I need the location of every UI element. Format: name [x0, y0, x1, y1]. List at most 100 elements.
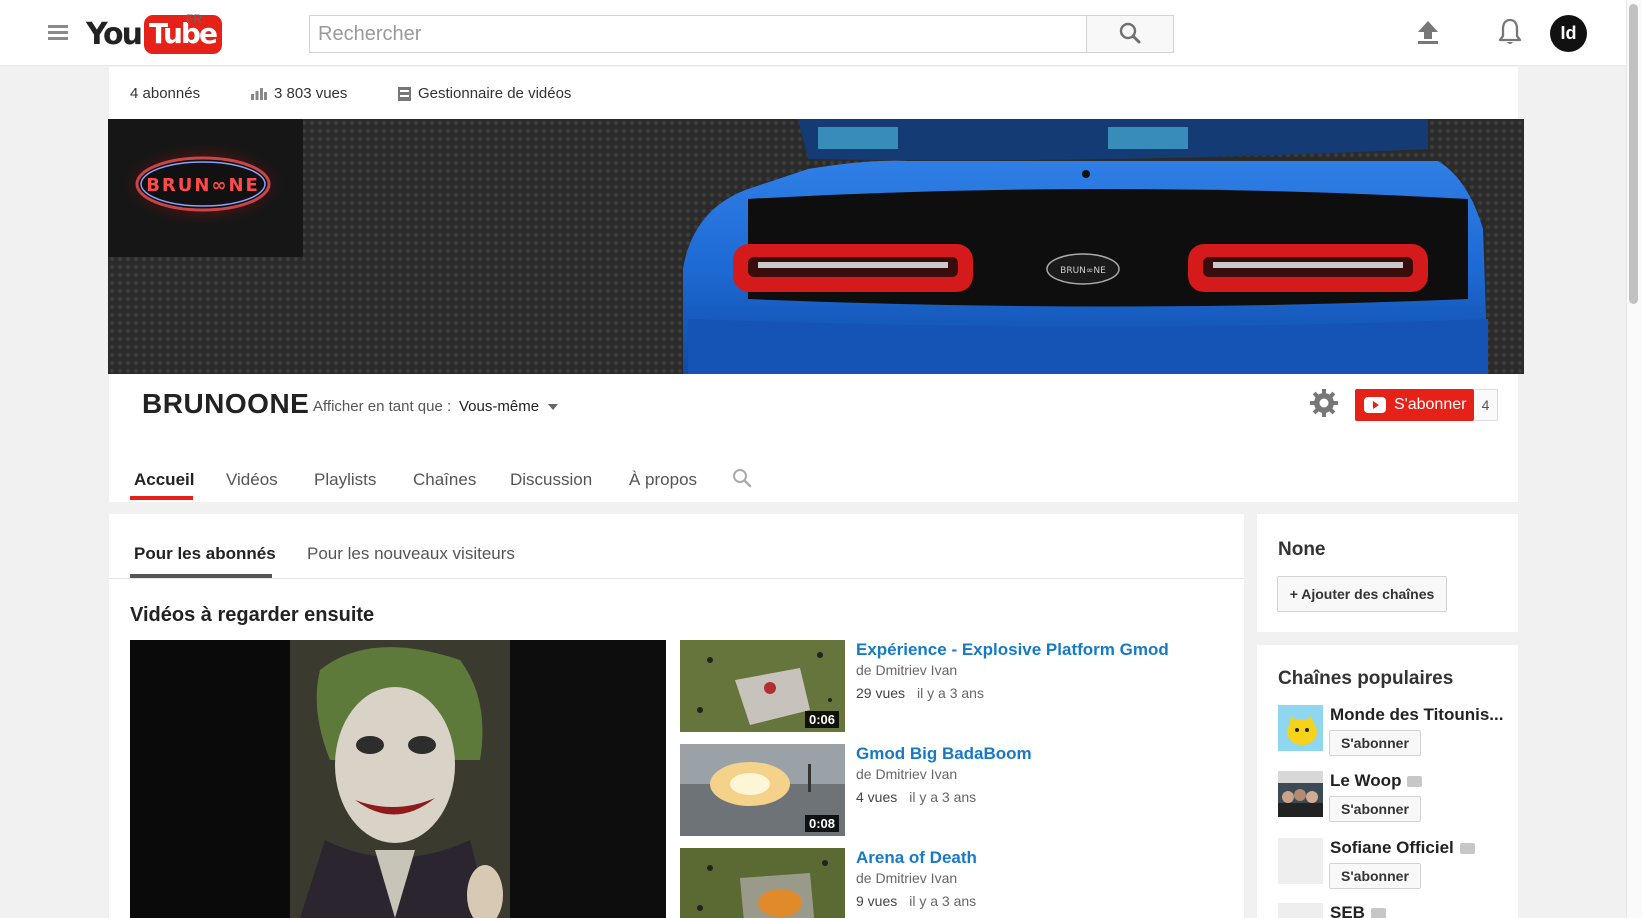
video-views: 9 vues [856, 893, 898, 909]
video-manager-icon [398, 86, 411, 101]
popular-channel-name-text: SEB [1330, 903, 1365, 918]
add-channels-button[interactable]: + Ajouter des chaînes [1277, 576, 1447, 612]
video-meta: 4 vues il y a 3 ans [856, 789, 976, 805]
view-count[interactable]: 3 803 vues [251, 85, 347, 102]
tab-channels[interactable]: Chaînes [413, 470, 476, 490]
svg-text:BRUN∞NE: BRUN∞NE [146, 175, 260, 196]
subscriber-count-badge: 4 [1474, 389, 1498, 421]
popular-channel-name[interactable]: Monde des Titounis... [1330, 705, 1503, 725]
divider [109, 578, 1244, 579]
banner-car-image: BRUN∞NE BRUN∞NE [108, 119, 1524, 374]
popular-channel-name[interactable]: Sofiane Officiel [1330, 838, 1475, 858]
search-input[interactable] [318, 22, 1086, 46]
video-manager-text: Gestionnaire de vidéos [418, 85, 572, 102]
search-box [309, 15, 1087, 53]
channel-avatar[interactable] [1278, 771, 1323, 817]
video-item: Arena of Death de Dmitriev Ivan 9 vues il… [680, 848, 1220, 918]
featured-video-player[interactable] [130, 640, 666, 918]
video-author: de Dmitriev Ivan [856, 662, 958, 678]
popular-channel-item: SEB [1278, 903, 1513, 918]
tab-discussion[interactable]: Discussion [510, 470, 592, 490]
tab-playlists[interactable]: Playlists [314, 470, 376, 490]
bar-chart-icon [251, 88, 267, 100]
hamburger-menu-icon[interactable] [48, 25, 68, 41]
video-item: 0:06 Expérience - Explosive Platform Gmo… [680, 640, 1220, 734]
channel-avatar[interactable] [1278, 903, 1323, 918]
video-thumbnail-image [680, 848, 845, 918]
view-as-value: Vous-même [459, 398, 540, 415]
video-duration: 0:08 [804, 815, 839, 832]
video-views: 29 vues [856, 685, 906, 701]
featured-video-thumbnail [130, 640, 666, 918]
logo-tube-text: Tube [143, 14, 222, 54]
video-meta: 29 vues il y a 3 ans [856, 685, 984, 701]
popular-channel-name-text: Le Woop [1330, 771, 1402, 790]
video-author: de Dmitriev Ivan [856, 766, 958, 782]
popular-channel-subscribe-button[interactable]: S'abonner [1329, 796, 1421, 822]
video-title-link[interactable]: Gmod Big BadaBoom [856, 744, 1032, 764]
popular-channels-card: Chaînes populaires Monde des Titounis...… [1257, 645, 1518, 918]
channel-avatar-image [1278, 705, 1323, 751]
video-item: 0:08 Gmod Big BadaBoom de Dmitriev Ivan … [680, 744, 1220, 838]
popular-channel-name[interactable]: SEB [1330, 903, 1386, 918]
popular-channel-subscribe-button[interactable]: S'abonner [1329, 863, 1421, 889]
channel-avatar[interactable] [1278, 705, 1323, 751]
popular-channel-item: Monde des Titounis... S'abonner [1278, 705, 1513, 763]
subscribe-label: S'abonner [1394, 396, 1467, 413]
video-duration: 0:06 [804, 711, 839, 728]
notifications-bell-icon[interactable] [1497, 18, 1523, 46]
video-age: il y a 3 ans [909, 789, 977, 805]
subscriber-count-text: 4 abonnés [130, 85, 201, 102]
verified-icon [1407, 775, 1423, 787]
popular-channel-subscribe-button[interactable]: S'abonner [1329, 730, 1421, 756]
popular-channel-item: Le Woop S'abonner [1278, 771, 1513, 829]
featured-channels-card: None + Ajouter des chaînes [1257, 514, 1518, 632]
verified-icon [1459, 842, 1475, 854]
top-bar: You Tube FR Id [0, 0, 1642, 66]
logo-you-text: You [86, 16, 143, 52]
video-meta: 9 vues il y a 3 ans [856, 893, 976, 909]
search-button[interactable] [1087, 15, 1174, 53]
video-thumbnail[interactable] [680, 848, 845, 918]
view-as-label: Afficher en tant que : [313, 398, 452, 415]
subtab-new-visitors[interactable]: Pour les nouveaux visiteurs [307, 544, 515, 564]
tab-videos[interactable]: Vidéos [226, 470, 278, 490]
tab-home[interactable]: Accueil [134, 470, 194, 490]
popular-channels-title: Chaînes populaires [1278, 668, 1454, 689]
featured-channels-title: None [1278, 539, 1326, 560]
popular-channel-name-text: Sofiane Officiel [1330, 838, 1454, 857]
video-author: de Dmitriev Ivan [856, 870, 958, 886]
gear-icon[interactable] [1309, 388, 1339, 418]
subscriber-count: 4 abonnés [130, 85, 200, 102]
video-title-link[interactable]: Expérience - Explosive Platform Gmod [856, 640, 1169, 660]
caret-down-icon [548, 404, 559, 411]
tab-about[interactable]: À propos [629, 470, 697, 490]
youtube-play-icon [1364, 397, 1386, 413]
video-age: il y a 3 ans [917, 685, 984, 701]
video-views: 4 vues [856, 789, 898, 805]
channel-banner: BRUN∞NE BRUN∞NE [108, 119, 1524, 374]
section-title: Vidéos à regarder ensuite [130, 604, 375, 626]
youtube-logo[interactable]: You Tube FR [86, 12, 222, 54]
main-content-card: Pour les abonnés Pour les nouveaux visit… [109, 514, 1244, 918]
popular-channel-name[interactable]: Le Woop [1330, 771, 1423, 791]
verified-icon [1370, 907, 1386, 918]
subtab-subscribers[interactable]: Pour les abonnés [134, 544, 276, 564]
video-manager-link[interactable]: Gestionnaire de vidéos [398, 85, 571, 102]
video-age: il y a 3 ans [909, 893, 977, 909]
channel-search-icon[interactable] [732, 468, 752, 488]
view-as-dropdown[interactable]: Vous-même [459, 398, 559, 415]
channel-header-card: BRUNOONE Afficher en tant que : Vous-mêm… [109, 374, 1518, 502]
search-icon [1119, 22, 1141, 44]
account-avatar[interactable]: Id [1550, 15, 1587, 52]
video-thumbnail[interactable]: 0:06 [680, 640, 845, 732]
active-tab-indicator [130, 496, 193, 500]
region-label: FR [186, 12, 202, 26]
scrollbar-thumb[interactable] [1629, 4, 1638, 304]
video-thumbnail[interactable]: 0:08 [680, 744, 845, 836]
upload-icon[interactable] [1416, 19, 1440, 45]
video-title-link[interactable]: Arena of Death [856, 848, 977, 868]
channel-avatar[interactable] [1278, 838, 1323, 884]
view-count-text: 3 803 vues [274, 85, 348, 102]
subscribe-button[interactable]: S'abonner [1355, 389, 1474, 421]
